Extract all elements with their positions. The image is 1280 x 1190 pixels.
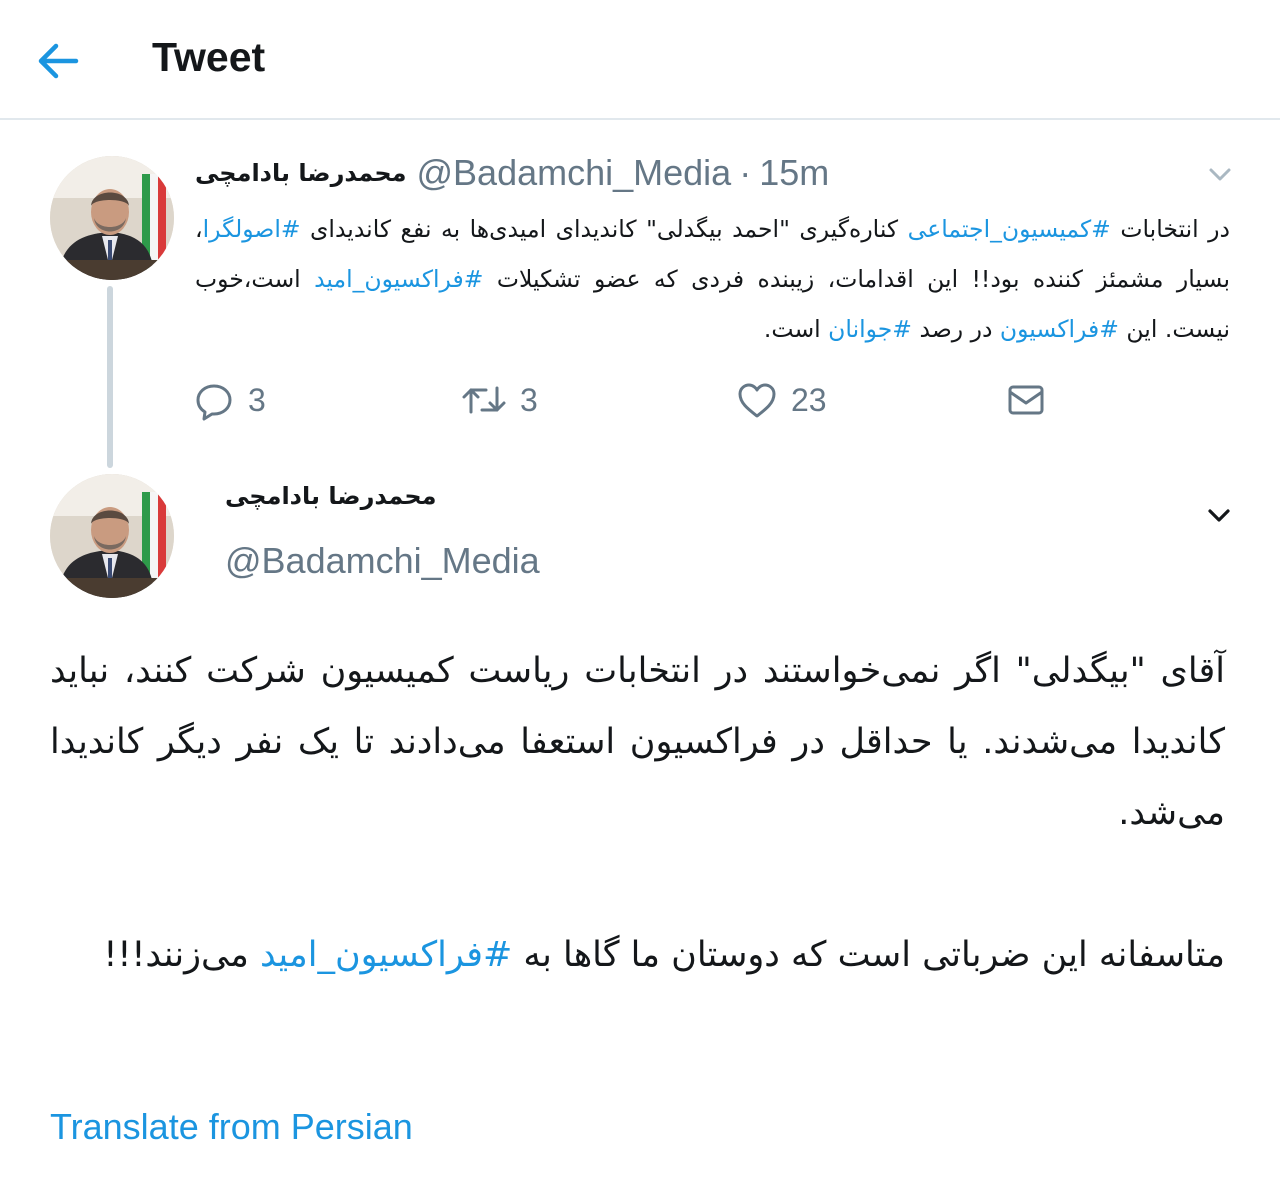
- tweet-menu-button[interactable]: [1204, 158, 1236, 194]
- like-button[interactable]: 23: [735, 372, 827, 428]
- paragraph-text: متاسفانه این ضرباتی است که دوستان ما گاه…: [512, 935, 1225, 975]
- tweet-text-segment: کناره‌گیری "احمد بیگدلی" کاندیدای امیدی‌…: [300, 215, 908, 243]
- hashtag-link[interactable]: #جوانان: [828, 315, 912, 343]
- thread-connector: [107, 286, 113, 468]
- tweet-text: آقای "بیگدلی" اگر نمی‌خواستند در انتخابا…: [50, 636, 1225, 991]
- chevron-down-icon: [1209, 168, 1231, 181]
- tweet-timestamp[interactable]: 15m: [759, 152, 829, 194]
- share-button[interactable]: [1004, 372, 1048, 428]
- retweet-count: 3: [520, 381, 538, 418]
- tweet-text: در انتخابات #کمیسیون_اجتماعی کناره‌گیری …: [195, 204, 1230, 354]
- hashtag-link[interactable]: #فراکسیون: [1000, 315, 1119, 343]
- chevron-down-icon: [1208, 509, 1230, 522]
- page-title: Tweet: [152, 34, 266, 80]
- profile-photo: [50, 474, 174, 598]
- tweet-paragraph: متاسفانه این ضرباتی است که دوستان ما گاه…: [50, 920, 1225, 991]
- tweet-paragraph: آقای "بیگدلی" اگر نمی‌خواستند در انتخابا…: [50, 651, 1225, 833]
- author-handle[interactable]: @Badamchi_Media: [225, 540, 540, 582]
- hashtag-link[interactable]: #کمیسیون_اجتماعی: [908, 215, 1111, 243]
- hashtag-link[interactable]: #فراکسیون_امید: [260, 935, 512, 975]
- retweet-button[interactable]: 3: [460, 372, 538, 428]
- avatar[interactable]: [50, 156, 174, 280]
- tweet-text-segment: است.: [763, 315, 829, 343]
- meta-separator: ·: [739, 152, 752, 193]
- reply-icon: [196, 384, 232, 421]
- reply-count: 3: [248, 381, 266, 418]
- author-name[interactable]: محمدرضا بادامچی: [225, 482, 437, 510]
- back-button[interactable]: [30, 36, 90, 86]
- tweet-menu-button[interactable]: [1202, 498, 1236, 536]
- profile-photo: [50, 156, 174, 280]
- retweet-icon: [462, 386, 506, 414]
- tweet-actions: 3 3 23: [190, 372, 1070, 428]
- tweet-text-segment: در رصد: [912, 315, 1000, 343]
- tweet-text-segment: در انتخابات: [1110, 215, 1230, 243]
- top-app-bar: Tweet: [0, 0, 1280, 120]
- envelope-icon: [1008, 385, 1044, 415]
- like-count: 23: [791, 381, 827, 418]
- avatar[interactable]: [50, 474, 174, 598]
- author-handle[interactable]: @Badamchi_Media: [417, 152, 732, 194]
- hashtag-link[interactable]: #فراکسیون_امید: [314, 265, 483, 293]
- arrow-left-icon: [38, 43, 79, 79]
- paragraph-text: می‌زنند!!!: [103, 935, 261, 975]
- hashtag-link[interactable]: #اصولگرا: [203, 215, 301, 243]
- reply-button[interactable]: 3: [192, 372, 266, 428]
- author-name[interactable]: محمدرضا بادامچی: [195, 159, 407, 187]
- translate-link[interactable]: Translate from Persian: [50, 1106, 413, 1148]
- heart-icon: [738, 383, 776, 418]
- tweet-header: محمدرضا بادامچی @Badamchi_Media · 15m: [195, 150, 829, 196]
